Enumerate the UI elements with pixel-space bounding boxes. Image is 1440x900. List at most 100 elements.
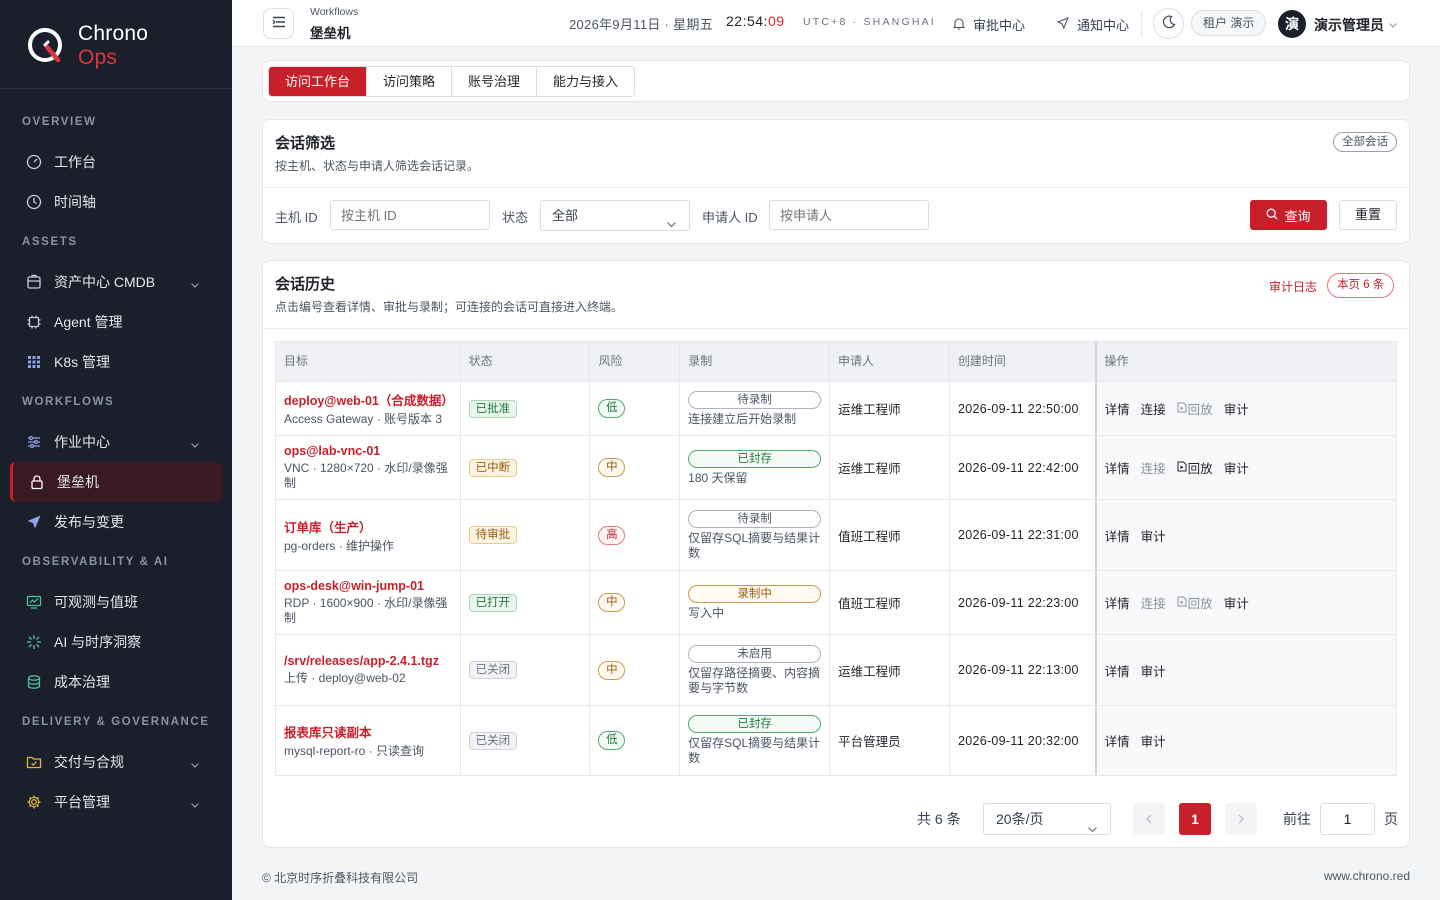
sidebar-item-cost[interactable]: 成本治理 <box>0 662 232 702</box>
page-size-select[interactable]: 20条/页 <box>983 803 1111 835</box>
cell-status: 已中断 <box>461 436 591 499</box>
chevron-down-icon <box>190 277 200 288</box>
next-page-button[interactable] <box>1225 803 1257 835</box>
page-count-badge: 本页 6 条 <box>1327 273 1395 298</box>
table-row[interactable]: 报表库只读副本 mysql-report-ro · 只读查询 已关闭 低 已封存 仅留存S… <box>276 706 1396 775</box>
cell-status: 待审批 <box>461 500 591 570</box>
row-action-3[interactable]: 审计 <box>1224 593 1249 612</box>
host-id-input[interactable] <box>330 200 490 230</box>
cell-requester: 值班工程师 <box>830 500 950 570</box>
chevron-down-icon[interactable] <box>1388 18 1398 33</box>
cell-risk: 低 <box>590 706 681 775</box>
row-action-0[interactable]: 详情 <box>1105 399 1130 418</box>
sidebar-item-label: 作业中心 <box>54 434 110 450</box>
brand-logo[interactable]: Chrono Ops <box>26 22 148 69</box>
sidebar-item-dashboard[interactable]: 工作台 <box>0 142 232 182</box>
target-link[interactable]: 报表库只读副本 <box>284 722 452 741</box>
menu-toggle-button[interactable] <box>263 8 294 39</box>
sidebar-item-label: K8s 管理 <box>54 354 111 370</box>
clock-icon <box>26 194 42 210</box>
row-action-1[interactable]: 连接 <box>1141 593 1166 612</box>
target-link[interactable]: /srv/releases/app-2.4.1.tgz <box>284 654 452 668</box>
card-divider <box>263 187 1409 188</box>
sidebar-item-k8s[interactable]: K8s 管理 <box>0 342 232 382</box>
row-action-2[interactable]: 回放 <box>1177 593 1213 612</box>
user-name[interactable]: 演示管理员 <box>1314 15 1384 35</box>
cell-requester: 运维工程师 <box>830 382 950 435</box>
tab-access-workbench[interactable]: 访问工作台 <box>269 67 368 96</box>
moon-icon <box>1162 15 1176 32</box>
cell-created: 2026-09-11 22:23:00 <box>950 571 1097 634</box>
sidebar-item-ai[interactable]: AI 与时序洞察 <box>0 622 232 662</box>
cell-status: 已关闭 <box>461 706 591 775</box>
created-time: 2026-09-11 20:32:00 <box>957 733 1079 748</box>
target-link[interactable]: ops-desk@win-jump-01 <box>284 579 452 593</box>
target-link[interactable]: 订单库（生产） <box>284 517 452 536</box>
status-select[interactable]: 全部 <box>540 200 690 231</box>
sidebar-item-jobs[interactable]: 作业中心 <box>0 422 232 462</box>
approval-center-link[interactable]: 审批中心 <box>952 15 1025 34</box>
footer-copyright: © 北京时序折叠科技有限公司 <box>262 871 419 885</box>
tab-account-governance[interactable]: 账号治理 <box>452 67 538 96</box>
notification-center-link[interactable]: 通知中心 <box>1056 15 1129 34</box>
nav-section-title: DELIVERY & GOVERNANCE <box>22 716 210 728</box>
status-badge: 已打开 <box>468 593 518 612</box>
row-action-3[interactable]: 审计 <box>1224 399 1249 418</box>
sidebar-item-observability[interactable]: 可观测与值班 <box>0 582 232 622</box>
footer-site-link[interactable]: www.chrono.red <box>1324 869 1410 883</box>
row-action-1[interactable]: 审计 <box>1141 526 1166 545</box>
monitor-icon <box>26 594 42 610</box>
recording-note: 仅留存SQL摘要与结果计数 <box>688 530 821 560</box>
target-link[interactable]: deploy@web-01（合成数据） <box>284 390 454 409</box>
row-action-3[interactable]: 审计 <box>1224 458 1249 477</box>
table-row[interactable]: /srv/releases/app-2.4.1.tgz 上传 · deploy@w… <box>276 635 1396 706</box>
table-row[interactable]: deploy@web-01（合成数据） Access Gateway · 账号版本… <box>276 382 1396 436</box>
row-action-0[interactable]: 详情 <box>1105 526 1130 545</box>
bell-icon <box>952 17 973 33</box>
target-link[interactable]: ops@lab-vnc-01 <box>284 444 452 458</box>
avatar[interactable]: 演 <box>1278 10 1306 38</box>
prev-page-button[interactable] <box>1133 803 1165 835</box>
row-action-0[interactable]: 详情 <box>1105 661 1130 680</box>
row-action-0[interactable]: 详情 <box>1105 593 1130 612</box>
row-action-0[interactable]: 详情 <box>1105 458 1130 477</box>
page-number-current[interactable]: 1 <box>1179 803 1211 835</box>
tab-access-policy[interactable]: 访问策略 <box>367 67 453 96</box>
goto-page-input[interactable]: 1 <box>1320 803 1375 835</box>
sidebar-item-bastion[interactable]: 堡垒机 <box>10 462 222 502</box>
row-action-1[interactable]: 连接 <box>1141 399 1166 418</box>
scope-pill[interactable]: 全部会话 <box>1333 132 1397 152</box>
send-icon <box>1056 17 1077 32</box>
sidebar-item-platform[interactable]: 平台管理 <box>0 782 232 822</box>
replay-file-icon <box>1177 596 1188 610</box>
row-action-0[interactable]: 详情 <box>1105 731 1130 750</box>
row-action-1[interactable]: 审计 <box>1141 661 1166 680</box>
row-action-2[interactable]: 回放 <box>1177 399 1213 418</box>
requester-id-input[interactable] <box>769 200 929 230</box>
sidebar-item-cmdb[interactable]: 资产中心 CMDB <box>0 262 232 302</box>
tenant-switcher[interactable]: 租户 演示 <box>1191 10 1267 36</box>
table-row[interactable]: ops@lab-vnc-01 VNC · 1280×720 · 水印/录像强制 已中… <box>276 436 1396 500</box>
goto-label: 前往 <box>1283 811 1311 827</box>
table-row[interactable]: ops-desk@win-jump-01 RDP · 1600×900 · 水印/… <box>276 571 1396 635</box>
row-action-1[interactable]: 审计 <box>1141 731 1166 750</box>
sidebar-item-timeline[interactable]: 时间轴 <box>0 182 232 222</box>
tab-capabilities[interactable]: 能力与接入 <box>537 67 635 96</box>
reset-button[interactable]: 重置 <box>1339 200 1397 230</box>
sidebar-item-release[interactable]: 发布与变更 <box>0 502 232 542</box>
audit-log-link[interactable]: 审计日志 <box>1269 278 1317 295</box>
goto-unit: 页 <box>1384 811 1398 827</box>
tabs-card: 访问工作台 访问策略 账号治理 能力与接入 <box>262 60 1410 102</box>
chevron-down-icon <box>190 757 200 768</box>
row-action-2[interactable]: 回放 <box>1177 458 1213 477</box>
col-target: 目标 <box>276 342 461 381</box>
row-action-1[interactable]: 连接 <box>1141 458 1166 477</box>
breadcrumb-parent[interactable]: Workflows <box>310 6 358 18</box>
table-row[interactable]: 订单库（生产） pg-orders · 维护操作 待审批 高 待录制 仅留存SQL摘要与结… <box>276 500 1396 571</box>
sidebar-item-delivery[interactable]: 交付与合规 <box>0 742 232 782</box>
theme-toggle-button[interactable] <box>1153 8 1184 39</box>
filter-title: 会话筛选 <box>275 135 336 152</box>
cell-recording: 未启用 仅留存路径摘要、内容摘要与字节数 <box>680 635 831 705</box>
sidebar-item-agent[interactable]: Agent 管理 <box>0 302 232 342</box>
query-button[interactable]: 查询 <box>1250 200 1327 230</box>
